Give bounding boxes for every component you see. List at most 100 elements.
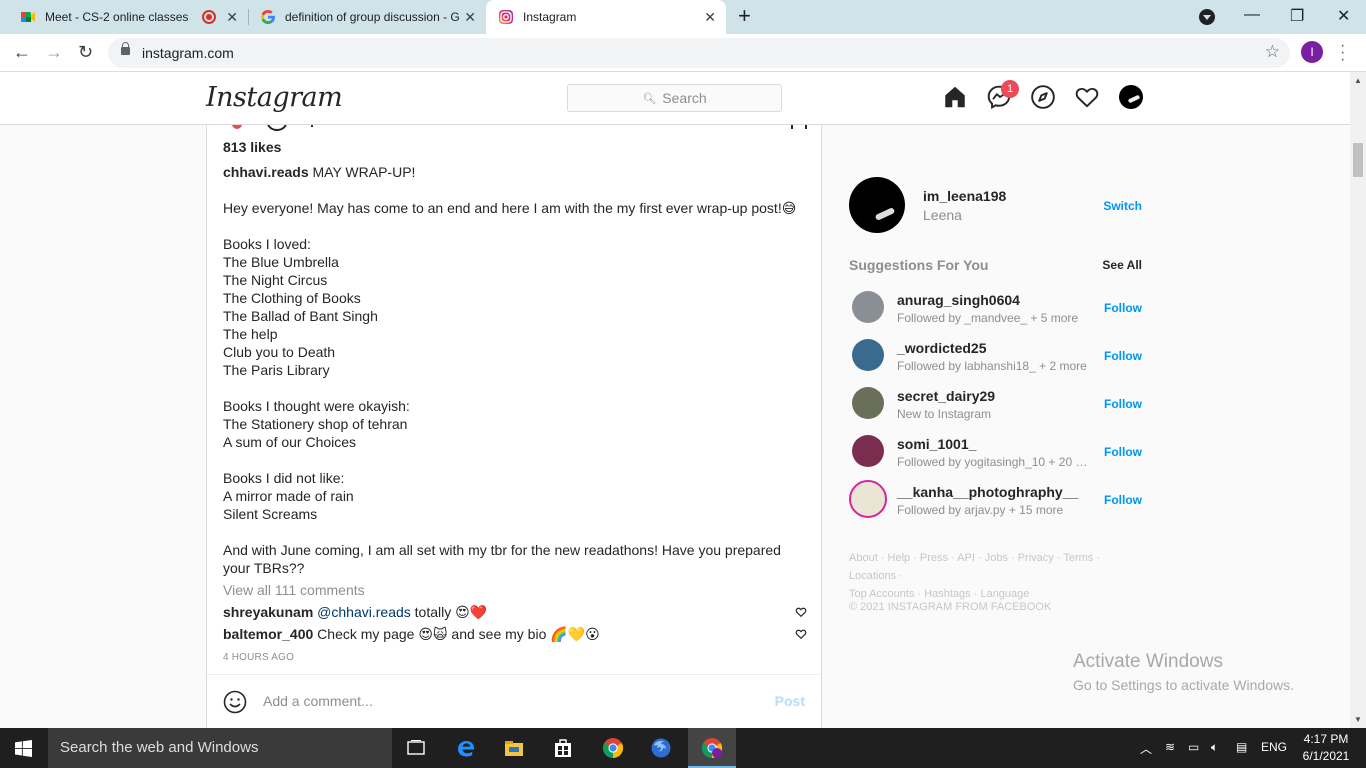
comment-icon[interactable] bbox=[267, 125, 287, 131]
avatar[interactable] bbox=[852, 387, 884, 419]
windows-start-icon[interactable] bbox=[15, 740, 32, 757]
footer-links-line[interactable]: About · Help · Press · API · Jobs · Priv… bbox=[849, 549, 1142, 585]
home-icon[interactable] bbox=[942, 84, 968, 110]
tab-meet[interactable]: Meet - CS-2 online classes ✕ bbox=[8, 0, 248, 34]
wifi-icon[interactable]: ≋ bbox=[1165, 740, 1175, 754]
view-all-comments-link[interactable]: View all 111 comments bbox=[223, 582, 365, 598]
scrollbar-thumb[interactable] bbox=[1353, 143, 1363, 177]
suggestion-username[interactable]: somi_1001_ bbox=[897, 436, 976, 452]
suggestion-username[interactable]: __kanha__photoghraphy__ bbox=[897, 484, 1078, 500]
caption-line: A sum of our Choices bbox=[223, 434, 357, 450]
current-username[interactable]: im_leena198 bbox=[923, 188, 1006, 204]
firefox-icon[interactable] bbox=[650, 737, 672, 759]
taskbar-clock[interactable]: 4:17 PM 6/1/2021 bbox=[1296, 731, 1356, 765]
clock-time: 4:17 PM bbox=[1303, 732, 1349, 746]
language-indicator[interactable]: ENG bbox=[1261, 740, 1287, 754]
caption-line: Silent Screams bbox=[223, 506, 318, 522]
suggestion-username[interactable]: _wordicted25 bbox=[897, 340, 986, 356]
activate-windows-watermark: Activate Windows Go to Settings to activ… bbox=[1073, 651, 1294, 693]
avatar[interactable] bbox=[849, 480, 887, 518]
follow-button[interactable]: Follow bbox=[1104, 349, 1142, 363]
bookmark-star-icon[interactable]: ☆ bbox=[1265, 42, 1280, 62]
battery-icon[interactable]: ▭ bbox=[1188, 740, 1199, 754]
explore-compass-icon[interactable] bbox=[1030, 84, 1056, 110]
scroll-up-arrow-icon[interactable]: ▲ bbox=[1354, 76, 1362, 85]
address-bar[interactable]: instagram.com ☆ bbox=[108, 38, 1290, 68]
avatar[interactable] bbox=[852, 339, 884, 371]
back-arrow-icon[interactable]: ← bbox=[13, 42, 31, 62]
save-bookmark-icon[interactable] bbox=[791, 125, 807, 129]
comment-text: Check my page 😍🙀 and see my bio 🌈💛😮 bbox=[317, 626, 600, 642]
emoji-smile-icon[interactable] bbox=[223, 690, 247, 714]
browser-menu-icon[interactable]: · · · bbox=[1340, 38, 1345, 68]
follow-button[interactable]: Follow bbox=[1104, 445, 1142, 459]
suggestion-item: somi_1001_ Followed by yogitasingh_10 + … bbox=[849, 431, 1142, 471]
minimize-button[interactable]: — bbox=[1244, 6, 1260, 24]
close-icon[interactable]: ✕ bbox=[704, 9, 716, 26]
switch-account-button[interactable]: Switch bbox=[1103, 199, 1142, 213]
profile-avatar[interactable]: I bbox=[1301, 41, 1323, 63]
post-caption: chhavi.reads MAY WRAP-UP! Hey everyone! … bbox=[223, 163, 803, 577]
suggestion-item: _wordicted25 Followed by labhanshi18_ + … bbox=[849, 335, 1142, 375]
comment-author[interactable]: shreyakunam bbox=[223, 604, 313, 620]
comment-like-heart-icon[interactable] bbox=[795, 628, 807, 640]
reload-icon[interactable]: ↻ bbox=[78, 42, 93, 62]
suggestion-item: secret_dairy29 New to Instagram Follow bbox=[849, 383, 1142, 423]
store-icon[interactable] bbox=[552, 737, 574, 759]
add-comment-bar: Add a comment... Post bbox=[207, 674, 821, 728]
scroll-down-arrow-icon[interactable]: ▼ bbox=[1354, 715, 1362, 724]
file-explorer-icon[interactable] bbox=[503, 737, 525, 759]
follow-button[interactable]: Follow bbox=[1104, 493, 1142, 507]
comment-like-heart-icon[interactable] bbox=[795, 606, 807, 618]
task-view-icon[interactable] bbox=[405, 737, 427, 759]
tab-title: Instagram bbox=[523, 10, 577, 24]
lock-icon bbox=[121, 42, 130, 55]
tab-google-search[interactable]: definition of group discussion - G ✕ bbox=[248, 0, 486, 34]
volume-icon[interactable]: 🔈︎ bbox=[1211, 740, 1218, 755]
post-comment-button[interactable]: Post bbox=[775, 693, 805, 709]
suggestion-subtitle: Followed by labhanshi18_ + 2 more bbox=[897, 359, 1087, 373]
chrome-icon[interactable] bbox=[602, 737, 624, 759]
avatar[interactable] bbox=[852, 435, 884, 467]
caption-line: The Ballad of Bant Singh bbox=[223, 308, 378, 324]
follow-button[interactable]: Follow bbox=[1104, 301, 1142, 315]
comment-mention[interactable]: @chhavi.reads bbox=[317, 604, 411, 620]
window-close-button[interactable]: ✕ bbox=[1337, 6, 1350, 26]
suggestion-username[interactable]: secret_dairy29 bbox=[897, 388, 995, 404]
forward-arrow-icon[interactable]: → bbox=[45, 42, 63, 62]
activity-heart-icon[interactable] bbox=[1074, 84, 1100, 110]
caption-author[interactable]: chhavi.reads bbox=[223, 164, 309, 180]
chrome-active-window[interactable] bbox=[688, 728, 736, 768]
recording-icon bbox=[202, 10, 216, 24]
action-center-icon[interactable]: ▤ bbox=[1236, 740, 1247, 754]
tab-instagram[interactable]: Instagram ✕ bbox=[486, 0, 726, 34]
comment-input[interactable]: Add a comment... bbox=[263, 693, 373, 709]
tab-search-icon[interactable] bbox=[1199, 9, 1215, 25]
caption-line: The Blue Umbrella bbox=[223, 254, 339, 270]
post-timestamp[interactable]: 4 HOURS AGO bbox=[223, 652, 294, 663]
close-icon[interactable]: ✕ bbox=[464, 9, 476, 26]
close-icon[interactable]: ✕ bbox=[226, 9, 238, 26]
likes-count[interactable]: 813 likes bbox=[223, 139, 281, 155]
new-tab-button[interactable]: + bbox=[738, 5, 751, 27]
avatar[interactable] bbox=[852, 291, 884, 323]
taskbar-search-box[interactable]: Search the web and Windows bbox=[48, 728, 392, 768]
caption-line: The help bbox=[223, 326, 278, 342]
profile-avatar-nav[interactable] bbox=[1119, 85, 1143, 109]
browser-tab-bar: Meet - CS-2 online classes ✕ definition … bbox=[0, 0, 1366, 34]
caption-line: A mirror made of rain bbox=[223, 488, 354, 504]
comment-author[interactable]: baltemor_400 bbox=[223, 626, 313, 642]
like-icon[interactable] bbox=[232, 125, 242, 129]
follow-button[interactable]: Follow bbox=[1104, 397, 1142, 411]
restore-button[interactable]: ❐ bbox=[1290, 6, 1304, 26]
share-icon[interactable] bbox=[311, 125, 317, 127]
copyright: © 2021 INSTAGRAM FROM FACEBOOK bbox=[849, 601, 1052, 613]
current-user-avatar[interactable] bbox=[849, 177, 905, 233]
instagram-header: Instagram 🔍︎ Search 1 bbox=[0, 72, 1350, 125]
show-hidden-icons-chevron-icon[interactable]: ︿ bbox=[1140, 740, 1152, 757]
see-all-link[interactable]: See All bbox=[1102, 258, 1142, 272]
suggestion-username[interactable]: anurag_singh0604 bbox=[897, 292, 1020, 308]
suggestion-item: anurag_singh0604 Followed by _mandvee_ +… bbox=[849, 287, 1142, 327]
edge-browser-icon[interactable] bbox=[455, 737, 477, 759]
post-card: 813 likes chhavi.reads MAY WRAP-UP! Hey … bbox=[206, 125, 822, 728]
